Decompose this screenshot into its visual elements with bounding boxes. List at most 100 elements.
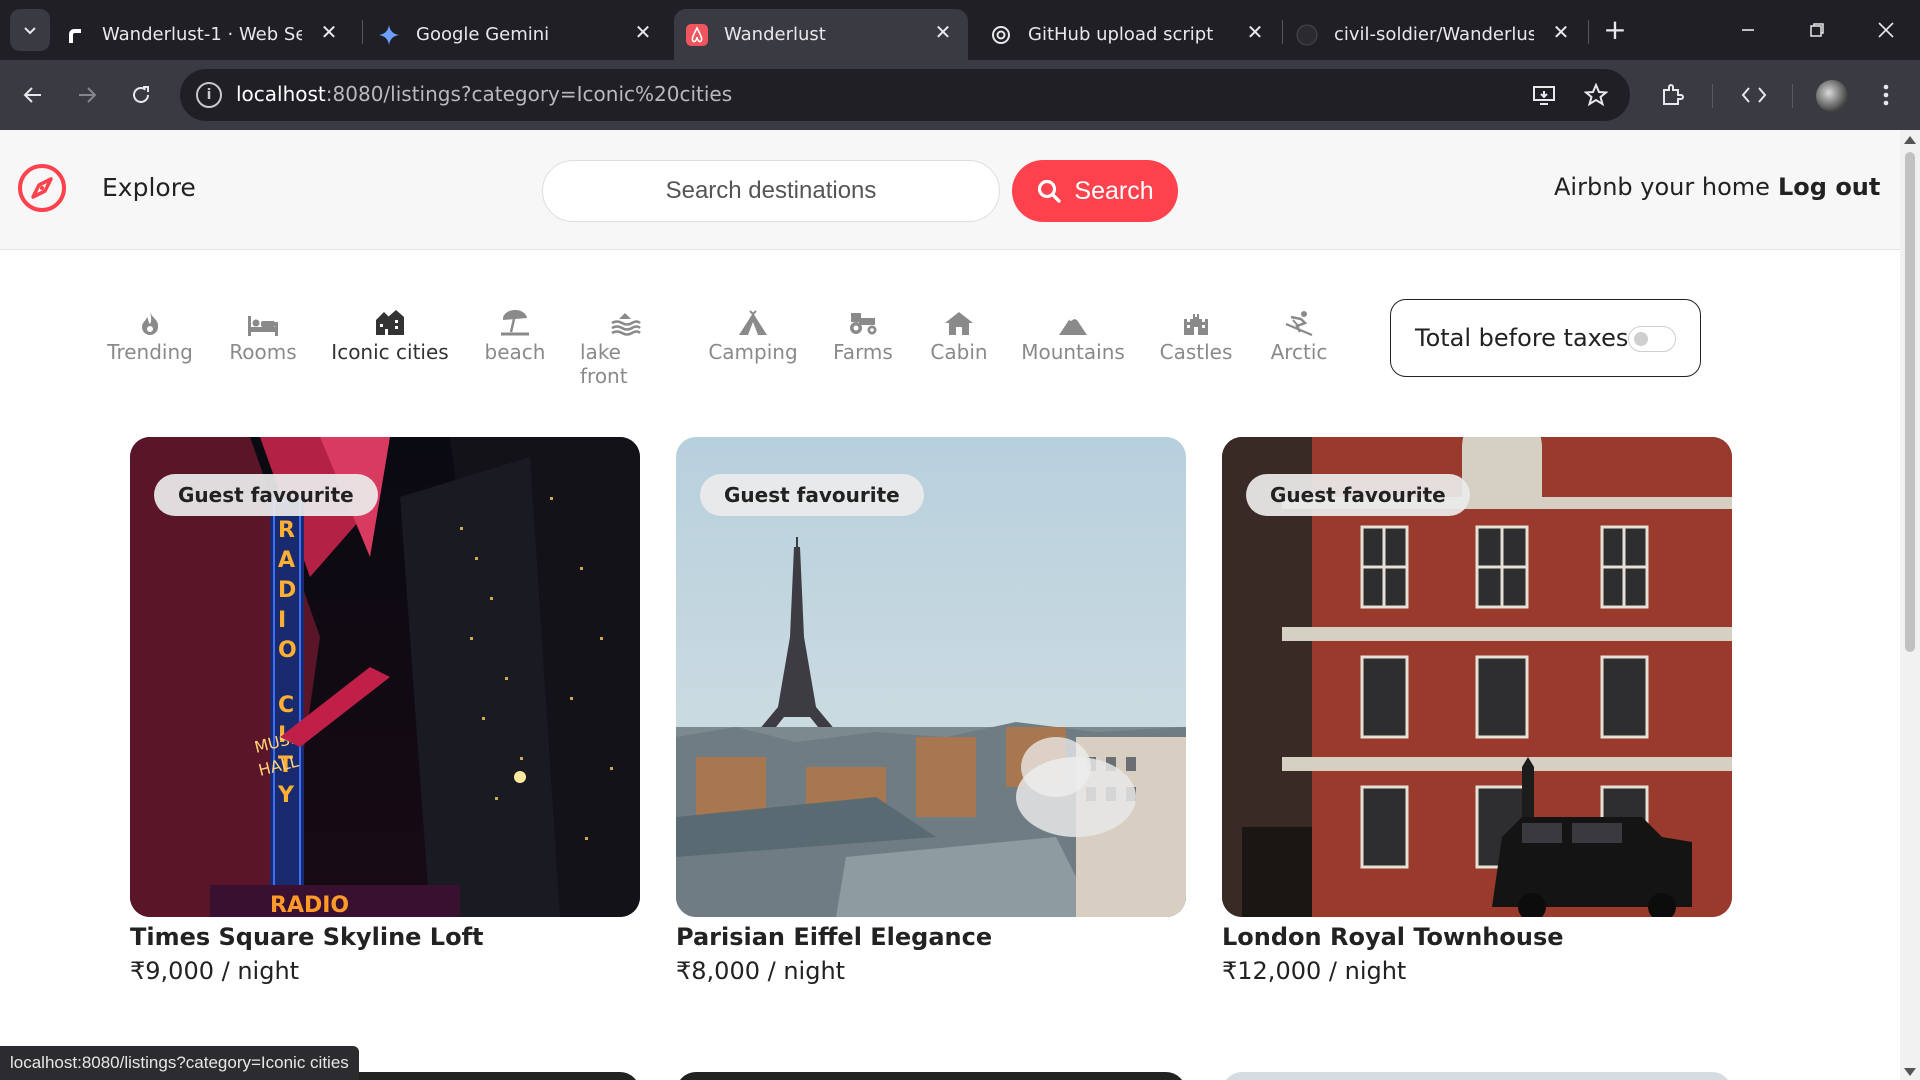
- devtools-code-icon[interactable]: [1736, 77, 1772, 113]
- back-button[interactable]: [15, 77, 51, 113]
- extensions-icon[interactable]: [1654, 77, 1690, 113]
- arrow-right-icon: [79, 87, 97, 103]
- listing-price: ₹9,000 / night: [130, 957, 300, 985]
- bed-icon: [247, 300, 279, 336]
- listing-title[interactable]: London Royal Townhouse: [1222, 923, 1732, 951]
- tent-icon: [737, 300, 769, 336]
- close-window-button[interactable]: [1866, 10, 1906, 50]
- address-bar[interactable]: i localhost:8080/listings?category=Iconi…: [180, 69, 1630, 121]
- install-app-icon[interactable]: [1526, 77, 1562, 113]
- close-icon[interactable]: ✕: [318, 20, 340, 44]
- listing-card[interactable]: RADIO CITY MUSIC HALL RADIO Guest favour…: [130, 437, 640, 985]
- svg-text:O: O: [278, 638, 297, 663]
- castle-icon: [1182, 300, 1210, 336]
- minimize-icon: [1742, 29, 1754, 31]
- listing-title[interactable]: Times Square Skyline Loft: [130, 923, 640, 951]
- toggle-knob: [1634, 332, 1648, 346]
- gemini-icon: [378, 24, 400, 46]
- chevron-down-icon: [24, 27, 36, 35]
- svg-text:A: A: [278, 548, 295, 573]
- airbnb-your-home-link[interactable]: Airbnb your home: [1554, 173, 1770, 201]
- tab-civil-soldier-wanderlust[interactable]: civil-soldier/Wanderlust ✕: [1296, 9, 1586, 60]
- search-input[interactable]: [542, 160, 1000, 222]
- tax-toggle-switch[interactable]: [1628, 326, 1676, 352]
- fire-icon: [139, 300, 161, 336]
- guest-favourite-badge: Guest favourite: [154, 474, 378, 516]
- listing-price: ₹8,000 / night: [676, 957, 846, 985]
- guest-favourite-badge: Guest favourite: [1246, 474, 1470, 516]
- tab-google-gemini[interactable]: Google Gemini ✕: [378, 9, 668, 60]
- listing-image-paris[interactable]: Guest favourite: [676, 437, 1186, 917]
- close-icon[interactable]: ✕: [932, 20, 954, 44]
- filter-farms[interactable]: Farms: [830, 300, 896, 364]
- filter-castles[interactable]: Castles: [1156, 300, 1236, 364]
- tab-wanderlust[interactable]: Wanderlust ✕: [674, 9, 968, 60]
- house-icon: [944, 300, 974, 336]
- tractor-icon: [847, 300, 879, 336]
- filter-lake-front[interactable]: lake front: [580, 300, 670, 388]
- svg-text:Y: Y: [277, 783, 295, 808]
- listing-card[interactable]: Guest favourite Parisian Eiffel Elegance…: [676, 437, 1186, 985]
- tax-toggle-label: Total before taxes: [1415, 324, 1629, 352]
- tax-toggle-box[interactable]: Total before taxes: [1390, 299, 1701, 377]
- compass-logo-icon[interactable]: [17, 163, 67, 213]
- svg-text:D: D: [278, 578, 296, 603]
- github-icon: [1296, 24, 1318, 46]
- scroll-up-arrow-icon[interactable]: [1904, 136, 1916, 144]
- listing-image-london[interactable]: Guest favourite: [1222, 437, 1732, 917]
- site-navbar: Explore Search Airbnb your home Log out: [0, 130, 1900, 250]
- browser-tab-bar: Wanderlust-1 · Web Serv ✕ Google Gemini …: [0, 0, 1920, 60]
- filter-trending[interactable]: Trending: [107, 300, 193, 364]
- restore-button[interactable]: [1797, 10, 1837, 50]
- menu-kebab-icon[interactable]: [1868, 77, 1904, 113]
- search-icon: [1038, 179, 1062, 203]
- search-button[interactable]: Search: [1012, 160, 1178, 222]
- arrow-left-icon: [23, 87, 41, 103]
- render-icon: [64, 24, 86, 46]
- listing-card-next-row[interactable]: [1222, 1072, 1732, 1080]
- scrollbar-thumb[interactable]: [1905, 152, 1915, 652]
- filter-mountains[interactable]: Mountains: [1021, 300, 1125, 364]
- city-icon: [374, 300, 406, 336]
- forward-button[interactable]: [69, 77, 105, 113]
- listing-image-times-square[interactable]: RADIO CITY MUSIC HALL RADIO Guest favour…: [130, 437, 640, 917]
- listing-title[interactable]: Parisian Eiffel Elegance: [676, 923, 1186, 951]
- water-icon: [609, 300, 641, 336]
- close-icon[interactable]: ✕: [632, 20, 654, 44]
- tab-wanderlust-web-service[interactable]: Wanderlust-1 · Web Serv ✕: [64, 9, 354, 60]
- filter-rooms[interactable]: Rooms: [228, 300, 298, 364]
- page-viewport: Explore Search Airbnb your home Log out …: [0, 130, 1900, 1080]
- profile-avatar[interactable]: [1816, 80, 1848, 112]
- browser-toolbar: i localhost:8080/listings?category=Iconi…: [0, 60, 1920, 130]
- scroll-down-arrow-icon[interactable]: [1904, 1068, 1916, 1076]
- tab-search-button[interactable]: [10, 9, 50, 51]
- explore-link[interactable]: Explore: [102, 173, 196, 202]
- listing-price: ₹12,000 / night: [1222, 957, 1407, 985]
- restore-icon: [1810, 23, 1824, 37]
- new-tab-button[interactable]: +: [1600, 13, 1630, 46]
- logout-link[interactable]: Log out: [1778, 173, 1880, 201]
- bookmark-star-icon[interactable]: [1578, 77, 1614, 113]
- listing-card-next-row[interactable]: [676, 1072, 1186, 1080]
- minimize-button[interactable]: [1728, 10, 1768, 50]
- filter-arctic[interactable]: Arctic: [1266, 300, 1332, 364]
- filter-cabin[interactable]: Cabin: [926, 300, 992, 364]
- svg-text:RADIO: RADIO: [270, 893, 349, 917]
- svg-text:R: R: [278, 518, 295, 543]
- svg-text:C: C: [278, 693, 294, 718]
- tab-github-upload-script[interactable]: GitHub upload script ✕: [990, 9, 1280, 60]
- url-text[interactable]: localhost:8080/listings?category=Iconic%…: [236, 82, 732, 106]
- reload-icon: [133, 86, 149, 103]
- close-icon[interactable]: ✕: [1550, 20, 1572, 44]
- filter-camping[interactable]: Camping: [705, 300, 801, 364]
- close-icon[interactable]: ✕: [1244, 20, 1266, 44]
- reload-button[interactable]: [123, 77, 159, 113]
- listing-card[interactable]: Guest favourite London Royal Townhouse ₹…: [1222, 437, 1732, 985]
- filter-iconic-cities[interactable]: Iconic cities: [330, 300, 450, 364]
- page-scrollbar[interactable]: [1900, 130, 1920, 1080]
- airbnb-icon: [686, 23, 708, 46]
- filter-beach[interactable]: beach: [480, 300, 550, 364]
- umbrella-beach-icon: [499, 300, 531, 336]
- site-info-icon[interactable]: i: [196, 82, 222, 108]
- svg-text:I: I: [278, 608, 286, 633]
